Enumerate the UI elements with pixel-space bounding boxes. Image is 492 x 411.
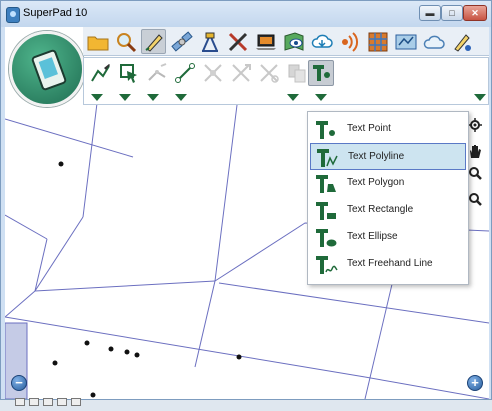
- gps-signal-icon[interactable]: [337, 29, 362, 54]
- menu-item-text-rectangle[interactable]: Text Rectangle: [310, 197, 466, 224]
- search-icon[interactable]: [113, 29, 138, 54]
- menu-item-text-freehand-line[interactable]: Text Freehand Line: [310, 251, 466, 278]
- menu-item-text-point[interactable]: Text Point: [310, 116, 466, 143]
- phone-icon: [30, 48, 68, 92]
- split-feature-icon[interactable]: [228, 60, 254, 86]
- status-box: [71, 398, 81, 406]
- status-box: [29, 398, 39, 406]
- menu-item-label: Text Rectangle: [347, 204, 414, 215]
- cloud-icon[interactable]: [421, 29, 446, 54]
- cloud-sync-icon[interactable]: [309, 29, 334, 54]
- grid-icon[interactable]: [365, 29, 390, 54]
- status-box: [15, 398, 25, 406]
- text-rectangle-icon: [316, 202, 336, 220]
- edit-vertices-dropdown[interactable]: [147, 94, 159, 101]
- app-logo[interactable]: [9, 31, 85, 107]
- move-feature-icon[interactable]: [200, 60, 226, 86]
- edit-vertices-icon[interactable]: [144, 60, 170, 86]
- app-icon: [6, 7, 20, 23]
- menu-item-label: Text Ellipse: [347, 231, 398, 242]
- menu-item-text-ellipse[interactable]: Text Ellipse: [310, 224, 466, 251]
- map-layer-eye-icon[interactable]: [281, 29, 306, 54]
- text-polygon-icon: [316, 175, 336, 193]
- minimize-button[interactable]: ▬: [419, 5, 441, 21]
- copy-feature-icon[interactable]: [284, 60, 310, 86]
- maximize-icon: □: [449, 7, 455, 18]
- menu-item-text-polygon[interactable]: Text Polygon: [310, 170, 466, 197]
- open-folder-icon[interactable]: [85, 29, 110, 54]
- menu-item-label: Text Polygon: [347, 177, 405, 188]
- status-box: [57, 398, 67, 406]
- text-tool-dropdown[interactable]: [315, 94, 327, 101]
- menu-item-label: Text Point: [347, 123, 391, 134]
- text-ellipse-icon: [316, 229, 337, 247]
- menu-item-text-polyline[interactable]: Text Polyline: [310, 143, 466, 170]
- edit-toolbar: [83, 57, 489, 105]
- connect-points-dropdown[interactable]: [175, 94, 187, 101]
- draw-line-dropdown[interactable]: [91, 94, 103, 101]
- locate-icon[interactable]: [467, 117, 483, 133]
- main-toolbar: [83, 27, 489, 56]
- maximize-button[interactable]: □: [441, 5, 463, 21]
- zoom-out-magnifier-icon[interactable]: [467, 191, 483, 207]
- window-title: SuperPad 10: [23, 7, 88, 19]
- satellite-icon[interactable]: [169, 29, 194, 54]
- zoom-out-button[interactable]: −: [11, 375, 27, 391]
- text-tool-menu: Text Point Text Polyline Text Polygon Te…: [307, 111, 469, 285]
- title-bar[interactable]: SuperPad 10 ▬ □ ✕: [1, 1, 491, 27]
- settings-pencil-icon[interactable]: [449, 29, 474, 54]
- select-feature-icon[interactable]: [116, 60, 142, 86]
- text-polyline-icon: [317, 149, 338, 167]
- select-dropdown[interactable]: [119, 94, 131, 101]
- copy-feature-dropdown[interactable]: [287, 94, 299, 101]
- app-window: SuperPad 10 ▬ □ ✕ − + Text Point Text Po…: [0, 0, 492, 406]
- text-tool-icon[interactable]: [308, 60, 334, 86]
- text-freehand-icon: [316, 256, 338, 274]
- connect-points-icon[interactable]: [172, 60, 198, 86]
- status-box: [43, 398, 53, 406]
- close-button[interactable]: ✕: [463, 5, 487, 21]
- tools-icon[interactable]: [225, 29, 250, 54]
- draw-line-icon[interactable]: [88, 60, 114, 86]
- edit-pencil-icon[interactable]: [141, 29, 166, 54]
- toolbar-overflow-dropdown[interactable]: [474, 94, 486, 101]
- zoom-in-button[interactable]: +: [467, 375, 483, 391]
- laptop-icon[interactable]: [253, 29, 278, 54]
- survey-instrument-icon[interactable]: [197, 29, 222, 54]
- zoom-in-magnifier-icon[interactable]: [467, 165, 483, 181]
- menu-item-label: Text Polyline: [348, 151, 405, 162]
- rotate-feature-icon[interactable]: [256, 60, 282, 86]
- text-point-icon: [316, 121, 335, 139]
- menu-item-label: Text Freehand Line: [347, 258, 433, 269]
- map-view-icon[interactable]: [393, 29, 418, 54]
- close-icon: ✕: [471, 7, 479, 18]
- minimize-icon: ▬: [425, 7, 435, 18]
- pan-hand-icon[interactable]: [467, 143, 483, 159]
